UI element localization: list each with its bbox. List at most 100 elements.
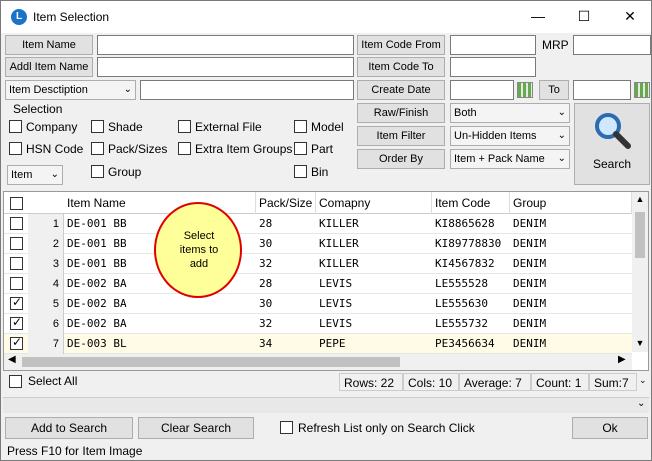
table-row[interactable]: 6DE-002 BA32LEVISLE555732DENIM — [4, 314, 632, 334]
cell-item-code[interactable]: KI89778830 — [435, 234, 510, 254]
row-select-checkbox[interactable] — [10, 237, 23, 250]
row-select-checkbox[interactable] — [10, 295, 23, 310]
part-checkbox[interactable] — [294, 142, 307, 155]
cell-group[interactable]: DENIM — [513, 334, 632, 354]
hsn-code-checkbox[interactable] — [9, 142, 22, 155]
column-header-company[interactable]: Comapny — [316, 192, 432, 214]
column-header-pack-size[interactable]: Pack/Size — [256, 192, 316, 214]
scroll-left-icon[interactable]: ◀ — [8, 354, 16, 365]
model-checkbox[interactable] — [294, 120, 307, 133]
table-row[interactable]: 2 DE-001 BB 30 KILLER KI89778830 DENIM — [4, 234, 632, 254]
cell-company[interactable]: PEPE — [319, 334, 432, 354]
add-to-search-button[interactable]: Add to Search — [5, 417, 133, 439]
close-button[interactable]: ✕ — [607, 1, 651, 31]
row-select-checkbox[interactable] — [10, 217, 23, 230]
pack-sizes-checkbox[interactable] — [91, 142, 104, 155]
panel-divider[interactable]: ⌄ — [3, 397, 649, 413]
calendar-icon[interactable] — [517, 82, 533, 98]
table-row[interactable]: 7DE-003 BL34PEPEPE3456634DENIM — [4, 334, 632, 354]
item-filter-combo[interactable]: Un-Hidden Items ⌄ — [450, 126, 570, 146]
table-row[interactable]: 1 DE-001 BB 28 KILLER KI8865628 DENIM — [4, 214, 632, 234]
cell-pack-size[interactable]: 30 — [259, 294, 316, 314]
vertical-scrollbar[interactable]: ▲ ▼ — [632, 192, 648, 352]
mrp-label: MRP — [542, 38, 569, 52]
chevron-down-icon[interactable]: ⌄ — [639, 375, 647, 386]
cell-pack-size[interactable]: 32 — [259, 314, 316, 334]
row-select-checkbox[interactable] — [10, 335, 23, 350]
cell-item-name[interactable]: DE-002 BA — [67, 294, 256, 314]
item-type-combo[interactable]: Item ⌄ — [7, 165, 63, 185]
column-header-item-code[interactable]: Item Code — [432, 192, 510, 214]
raw-finish-combo[interactable]: Both ⌄ — [450, 103, 570, 123]
row-select-checkbox[interactable] — [10, 257, 23, 270]
cell-company[interactable]: KILLER — [319, 214, 432, 234]
cell-item-name[interactable]: DE-003 BL — [67, 334, 256, 354]
cell-group[interactable]: DENIM — [513, 214, 632, 234]
group-checkbox[interactable] — [91, 165, 104, 178]
column-header-group[interactable]: Group — [510, 192, 632, 214]
cell-pack-size[interactable]: 28 — [259, 214, 316, 234]
header-select-checkbox[interactable] — [10, 197, 23, 210]
addl-item-name-input[interactable] — [97, 57, 354, 77]
clear-search-button[interactable]: Clear Search — [138, 417, 254, 439]
cell-company[interactable]: LEVIS — [319, 274, 432, 294]
order-by-combo[interactable]: Item + Pack Name ⌄ — [450, 149, 570, 169]
cell-group[interactable]: DENIM — [513, 274, 632, 294]
ok-button[interactable]: Ok — [572, 417, 648, 439]
cell-item-code[interactable]: LE555528 — [435, 274, 510, 294]
bin-checkbox[interactable] — [294, 165, 307, 178]
maximize-button[interactable]: ☐ — [561, 1, 607, 31]
item-filter-label: Item Filter — [357, 126, 445, 146]
minimize-button[interactable]: — — [515, 1, 561, 31]
refresh-list-checkbox[interactable] — [280, 421, 293, 434]
horizontal-scrollbar[interactable]: ◀ ▶ — [4, 354, 632, 370]
horizontal-scroll-thumb[interactable] — [22, 357, 400, 367]
cell-company[interactable]: LEVIS — [319, 294, 432, 314]
cell-group[interactable]: DENIM — [513, 314, 632, 334]
extra-item-groups-checkbox[interactable] — [178, 142, 191, 155]
cell-company[interactable]: LEVIS — [319, 314, 432, 334]
chevron-down-icon[interactable]: ⌄ — [637, 398, 645, 409]
cell-item-code[interactable]: LE555732 — [435, 314, 510, 334]
cell-item-code[interactable]: PE3456634 — [435, 334, 510, 354]
external-file-checkbox[interactable] — [178, 120, 191, 133]
table-row[interactable]: 5DE-002 BA30LEVISLE555630DENIM — [4, 294, 632, 314]
search-button[interactable]: Search — [574, 103, 650, 185]
cell-company[interactable]: KILLER — [319, 234, 432, 254]
shade-checkbox[interactable] — [91, 120, 104, 133]
row-select-checkbox[interactable] — [10, 277, 23, 290]
row-select-checkbox[interactable] — [10, 315, 23, 330]
vertical-scroll-thumb[interactable] — [635, 212, 645, 258]
cell-item-code[interactable]: KI8865628 — [435, 214, 510, 234]
cell-pack-size[interactable]: 34 — [259, 334, 316, 354]
table-row[interactable]: 4 DE-002 BA 28 LEVIS LE555528 DENIM — [4, 274, 632, 294]
cell-item-name[interactable]: DE-002 BA — [67, 314, 256, 334]
items-grid[interactable]: Item Name Pack/Size Comapny Item Code Gr… — [3, 191, 649, 371]
create-date-from-input[interactable] — [450, 80, 514, 100]
calendar-icon[interactable] — [634, 82, 650, 98]
item-description-combo[interactable]: Item Desctiption ⌄ — [5, 80, 136, 100]
cell-group[interactable]: DENIM — [513, 234, 632, 254]
table-row[interactable]: 3 DE-001 BB 32 KILLER KI4567832 DENIM — [4, 254, 632, 274]
cell-pack-size[interactable]: 30 — [259, 234, 316, 254]
cell-item-code[interactable]: KI4567832 — [435, 254, 510, 274]
cell-company[interactable]: KILLER — [319, 254, 432, 274]
item-code-to-input[interactable] — [450, 57, 536, 77]
item-name-input[interactable] — [97, 35, 354, 55]
item-code-from-input[interactable] — [450, 35, 536, 55]
column-header-item-name[interactable]: Item Name — [64, 192, 256, 214]
scroll-up-icon[interactable]: ▲ — [632, 194, 648, 204]
scroll-right-icon[interactable]: ▶ — [618, 354, 626, 365]
cell-pack-size[interactable]: 32 — [259, 254, 316, 274]
scroll-down-icon[interactable]: ▼ — [632, 338, 648, 348]
select-all-checkbox[interactable] — [9, 375, 22, 388]
cell-group[interactable]: DENIM — [513, 294, 632, 314]
create-date-to-input[interactable] — [573, 80, 631, 100]
refresh-list-label: Refresh List only on Search Click — [298, 421, 475, 435]
cell-pack-size[interactable]: 28 — [259, 274, 316, 294]
company-checkbox[interactable] — [9, 120, 22, 133]
mrp-input[interactable] — [573, 35, 651, 55]
cell-group[interactable]: DENIM — [513, 254, 632, 274]
cell-item-code[interactable]: LE555630 — [435, 294, 510, 314]
item-description-input[interactable] — [140, 80, 354, 100]
